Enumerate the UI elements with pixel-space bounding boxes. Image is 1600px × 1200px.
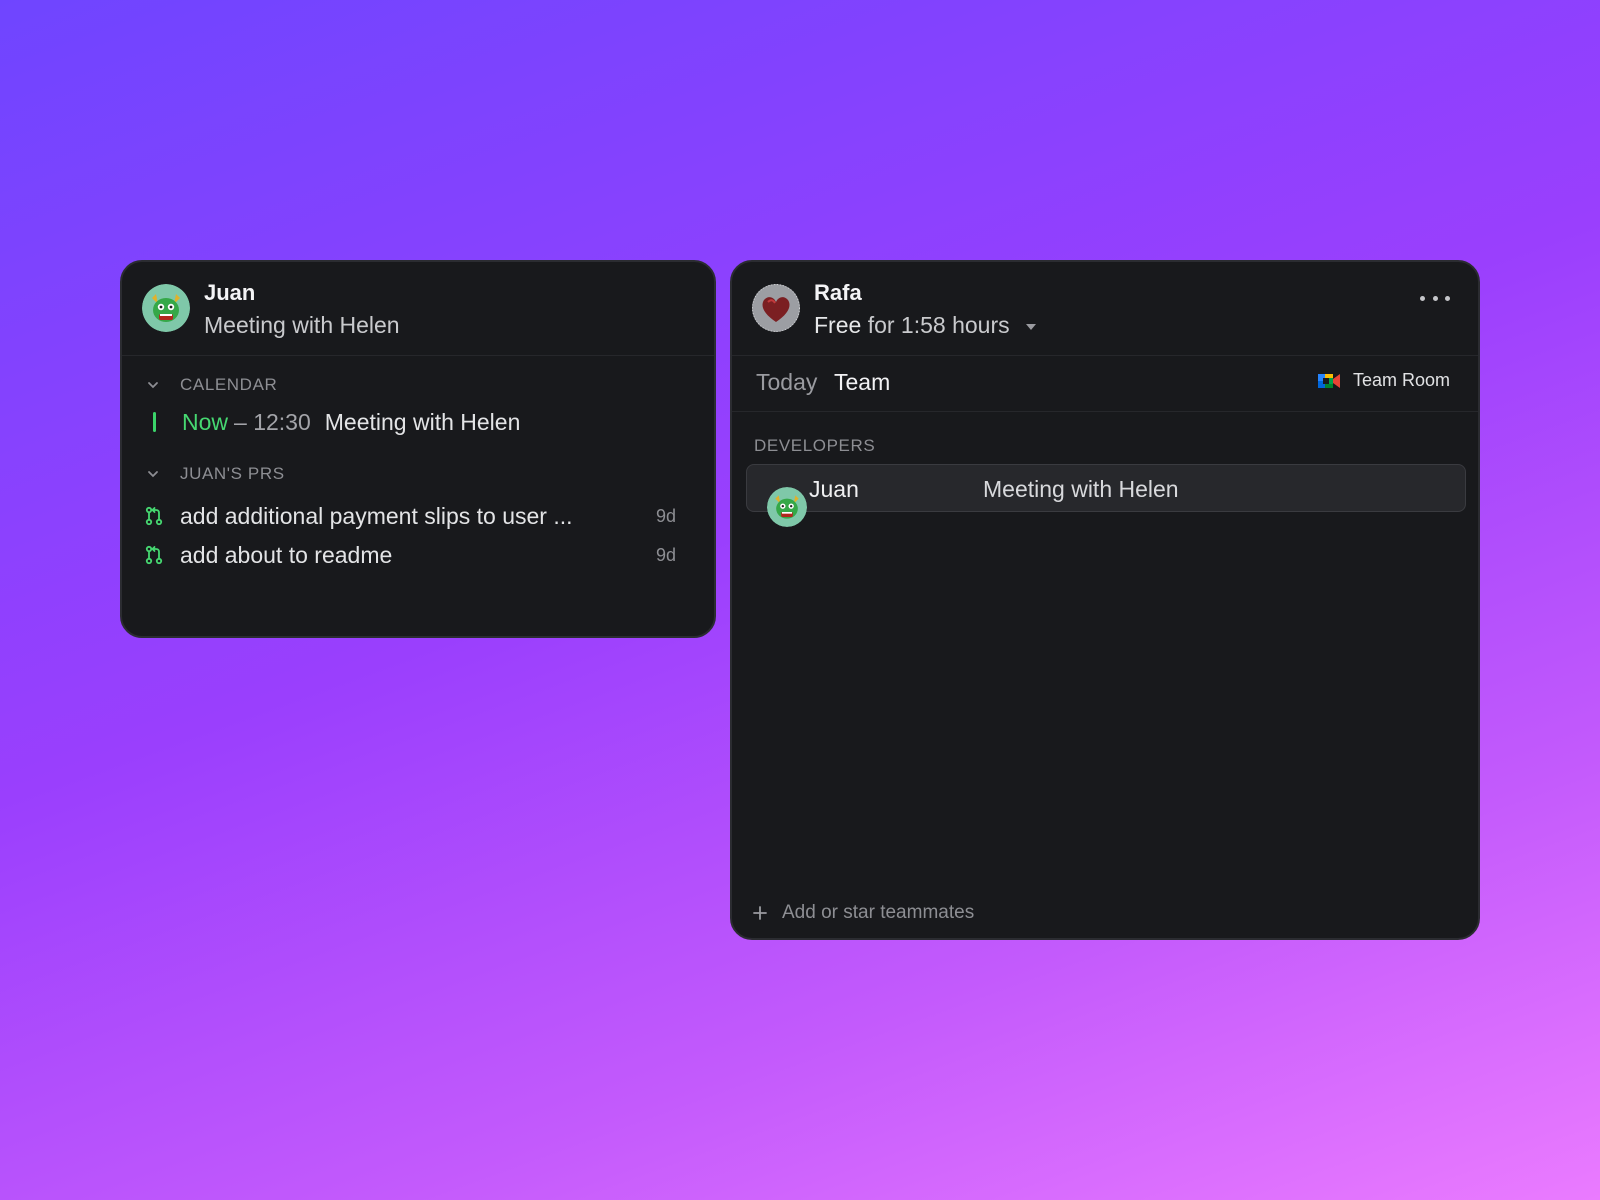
pull-request-icon [145,506,163,526]
member-name: Juan [809,476,859,502]
calendar-section-toggle[interactable]: CALENDAR [122,375,277,395]
prs-heading: JUAN'S PRS [180,464,285,483]
availability-detail: for 1:58 hours [867,312,1010,338]
caret-down-icon [1026,323,1036,330]
juan-status-card: Juan Meeting with Helen CALENDAR Now – 1… [120,260,716,638]
juan-status: Meeting with Helen [204,312,400,338]
view-tabs: Today Team Team Room [732,356,1478,412]
add-teammates-label: Add or star teammates [782,902,975,923]
event-time: – 12:30 [234,408,311,435]
availability-state: Free [814,312,862,338]
add-teammates-button[interactable]: Add or star teammates [752,902,974,924]
developers-heading: DEVELOPERS [754,436,876,455]
rafa-card-header: Rafa Free for 1:58 hours [732,262,1478,356]
rafa-avatar[interactable] [752,284,800,332]
juan-avatar[interactable] [142,284,190,332]
heart-avatar-icon [752,284,800,332]
prs-section-toggle[interactable]: JUAN'S PRS [122,464,285,484]
calendar-heading: CALENDAR [180,375,278,394]
availability-dropdown[interactable]: Free for 1:58 hours [814,312,1036,339]
juan-card-header: Juan Meeting with Helen [122,262,714,356]
event-title: Meeting with Helen [324,408,521,435]
more-options-button[interactable] [1420,288,1450,308]
dragon-avatar-icon [142,284,190,332]
google-meet-icon [1317,373,1340,388]
pr-age: 9d [655,544,676,565]
pr-title: add about to readme [180,541,393,568]
team-room-button[interactable]: Team Room [1317,370,1450,391]
chevron-down-icon [148,471,158,478]
rafa-team-card: Rafa Free for 1:58 hours Today Team Team… [730,260,1480,940]
pull-request-icon [145,545,163,565]
dot-icon [1445,295,1450,301]
dragon-avatar-icon [767,487,807,527]
plus-icon [753,906,767,920]
tab-today[interactable]: Today [756,369,817,396]
pr-age: 9d [655,505,676,526]
team-member-row[interactable]: Juan Meeting with Helen [746,464,1466,527]
member-status: Meeting with Helen [983,476,1179,502]
team-room-label: Team Room [1352,370,1450,390]
dot-icon [1432,295,1438,301]
member-avatar [767,487,807,527]
juan-name: Juan [204,280,256,305]
dot-icon [1420,295,1425,301]
pr-title: add additional payment slips to user ... [180,502,573,529]
chevron-down-icon [148,382,158,389]
pr-item[interactable]: add about to readme 9d [122,537,714,573]
pr-item[interactable]: add additional payment slips to user ...… [122,498,714,534]
now-indicator [153,412,156,432]
calendar-event[interactable]: Now – 12:30 Meeting with Helen [122,402,520,442]
rafa-name: Rafa [814,280,862,305]
tab-team[interactable]: Team [834,369,890,396]
now-label: Now [182,408,229,435]
